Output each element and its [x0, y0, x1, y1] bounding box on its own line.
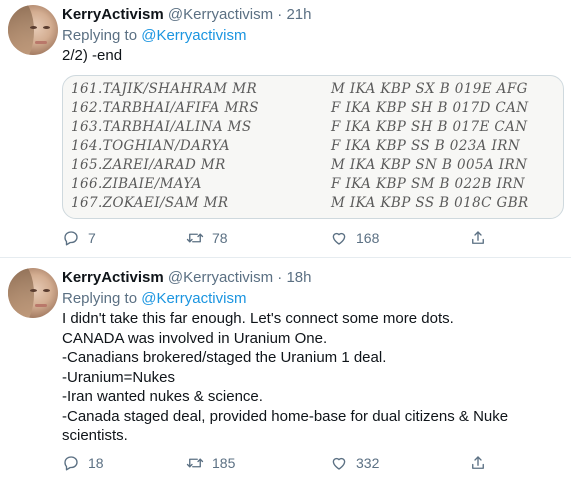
tweet-header: KerryActivism @Kerryactivism · 21h: [62, 6, 312, 24]
tweet-image[interactable]: 161.TAJIK/SHAHRAM MR M IKA KBP SX B 019E …: [62, 75, 564, 219]
passenger-info: F IKA KBP SS B 023A IRN: [331, 138, 521, 154]
tweet-text-line: -Iran wanted nukes & science.: [62, 388, 263, 405]
passenger-name: 166.ZIBAIE/MAYA: [71, 176, 202, 192]
reply-button[interactable]: 7: [62, 229, 96, 247]
passenger-info: M IKA KBP SN B 005A IRN: [331, 157, 528, 173]
retweet-button[interactable]: 78: [186, 229, 228, 247]
mention-link[interactable]: @Kerryactivism: [141, 290, 246, 307]
retweet-button[interactable]: 185: [186, 454, 235, 472]
tweet-text-line: -Uranium=Nukes: [62, 368, 175, 386]
avatar[interactable]: [8, 5, 58, 55]
reply-button[interactable]: 18: [62, 454, 104, 472]
retweet-icon: [186, 458, 204, 468]
tweet-header: KerryActivism @Kerryactivism · 18h: [62, 269, 312, 287]
tweet-text-line: scientists.: [62, 427, 128, 444]
separator-dot: ·: [277, 6, 283, 23]
passenger-name: 162.TARBHAI/AFIFA MRS: [71, 100, 259, 116]
retweet-icon: [186, 233, 204, 243]
tweet-2[interactable]: KerryActivism @Kerryactivism · 18h Reply…: [0, 258, 571, 478]
tweet-text-line: 2/2) -end: [62, 47, 123, 64]
like-count: 332: [356, 455, 380, 471]
like-count: 168: [356, 230, 380, 246]
reply-icon: [64, 231, 78, 246]
retweet-count: 185: [212, 455, 236, 471]
user-handle[interactable]: @Kerryactivism: [168, 269, 273, 286]
like-button[interactable]: 168: [330, 229, 379, 247]
reply-count: 18: [88, 455, 104, 471]
tweet-text-line: I didn't take this far enough. Let's con…: [62, 310, 454, 327]
share-button[interactable]: [469, 454, 487, 472]
passenger-name: 161.TAJIK/SHAHRAM MR: [71, 81, 258, 97]
replying-to: Replying to @Kerryactivism: [62, 27, 246, 45]
tweet-text-line: -Canada staged deal, provided home-base …: [62, 407, 509, 425]
share-icon: [472, 456, 484, 469]
replying-to-label: Replying to: [62, 290, 138, 307]
timestamp[interactable]: 18h: [286, 269, 311, 286]
tweet-text: I didn't take this far enough. Let's con…: [62, 309, 562, 446]
like-button[interactable]: 332: [330, 454, 379, 472]
heart-icon: [332, 457, 346, 470]
tweet-actions: 7 78 168: [62, 229, 562, 249]
user-handle[interactable]: @Kerryactivism: [168, 6, 273, 23]
passenger-name: 165.ZAREI/ARAD MR: [71, 157, 226, 173]
tweet-text: 2/2) -end: [62, 46, 562, 66]
passenger-info: M IKA KBP SX B 019E AFG: [331, 81, 528, 97]
tweet-1[interactable]: KerryActivism @Kerryactivism · 21h Reply…: [0, 0, 571, 258]
reply-count: 7: [88, 230, 96, 246]
timestamp[interactable]: 21h: [286, 6, 311, 23]
display-name[interactable]: KerryActivism: [62, 6, 164, 23]
share-button[interactable]: [469, 229, 487, 247]
passenger-info: F IKA KBP SM B 022B IRN: [331, 176, 526, 192]
tweet-text-line: CANADA was involved in Uranium One.: [62, 329, 328, 347]
share-icon: [472, 231, 484, 244]
tweet-actions: 18 185 332: [62, 454, 562, 474]
mention-link[interactable]: @Kerryactivism: [141, 27, 246, 44]
tweet-text-line: -Canadians brokered/staged the Uranium 1…: [62, 349, 387, 366]
passenger-info: F IKA KBP SH B 017D CAN: [331, 100, 529, 116]
avatar[interactable]: [8, 268, 58, 318]
separator-dot: ·: [277, 269, 283, 286]
heart-icon: [332, 232, 346, 245]
retweet-count: 78: [212, 230, 228, 246]
passenger-info: F IKA KBP SH B 017E CAN: [331, 119, 528, 135]
passenger-info: M IKA KBP SS B 018C GBR: [331, 195, 529, 211]
display-name[interactable]: KerryActivism: [62, 269, 164, 286]
passenger-name: 167.ZOKAEI/SAM MR: [71, 195, 229, 211]
replying-to-label: Replying to: [62, 27, 138, 44]
reply-icon: [64, 456, 78, 471]
passenger-name: 163.TARBHAI/ALINA MS: [71, 119, 252, 135]
replying-to: Replying to @Kerryactivism: [62, 290, 246, 308]
passenger-name: 164.TOGHIAN/DARYA: [71, 138, 230, 154]
